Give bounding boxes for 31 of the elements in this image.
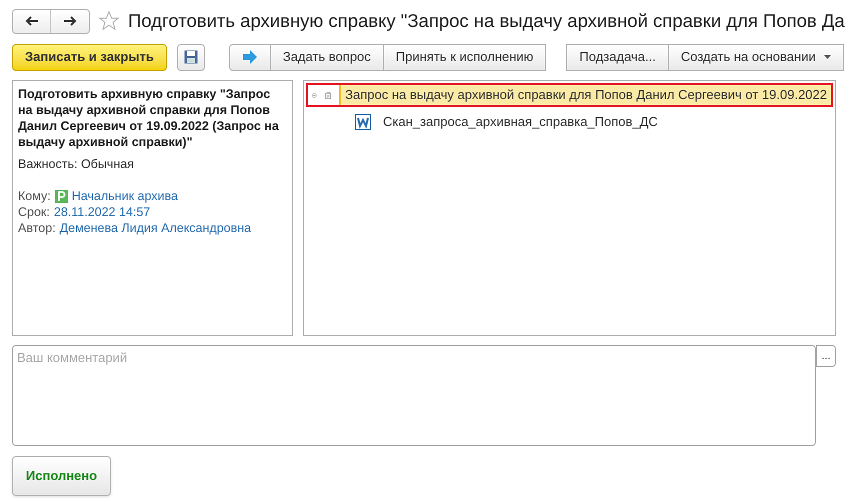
field-label: Срок: <box>18 204 50 220</box>
dropdown-caret-icon <box>824 55 831 59</box>
word-document-icon <box>355 114 371 130</box>
star-icon[interactable] <box>98 10 120 32</box>
save-and-close-button[interactable]: Записать и закрыть <box>12 44 167 70</box>
importance-text: Важность: Обычная <box>18 156 135 172</box>
toolbar-button[interactable]: Принять к исполнению <box>382 44 546 70</box>
field-link[interactable]: Начальник архива <box>72 188 178 204</box>
window-title: Подготовить архивную справку "Запрос на выдачу архивной справки для Попов Да <box>128 9 845 34</box>
tree-row[interactable]: Скан_запроса_архивная_справка_Попов_ДС <box>332 110 833 134</box>
role-icon <box>54 190 68 202</box>
tree-row[interactable]: Запрос на выдачу архивной справки для Попов Данил Сергеевич от 19.09.2022 <box>306 83 833 107</box>
right-arrow-icon <box>242 50 258 64</box>
field-label: Автор: <box>18 220 56 236</box>
save-button[interactable] <box>176 44 205 70</box>
tree-item-label: Запрос на выдачу архивной справки для Попов Данил Сергеевич от 19.09.2022 <box>339 85 831 105</box>
forward-action-button[interactable] <box>228 44 271 70</box>
forward-arrow-icon <box>63 16 77 26</box>
task-title: Подготовить архивную справку "Запрос на выдачу архивной справки для Попов Данил Сергеевич от 19.09.2022 (Запрос на выдачу архивной справки)" <box>18 86 280 150</box>
tree-item-label: Скан_запроса_архивная_справка_Попов_ДС <box>382 113 659 132</box>
comment-field[interactable]: Ваш комментарий <box>12 345 816 446</box>
toolbar-button[interactable]: Задать вопрос <box>270 44 384 70</box>
field-link[interactable]: 28.11.2022 14:57 <box>54 204 150 220</box>
field-label: Кому: <box>18 188 51 204</box>
done-button[interactable]: Исполнено <box>12 456 111 496</box>
collapse-icon[interactable] <box>312 90 317 100</box>
toolbar-button[interactable]: Подзадача... <box>566 44 669 70</box>
more-button[interactable]: ... <box>816 345 836 367</box>
field-link[interactable]: Деменева Лидия Александровна <box>60 220 252 236</box>
toolbar-button[interactable]: Создать на основании <box>668 44 844 70</box>
back-arrow-icon <box>24 16 38 26</box>
